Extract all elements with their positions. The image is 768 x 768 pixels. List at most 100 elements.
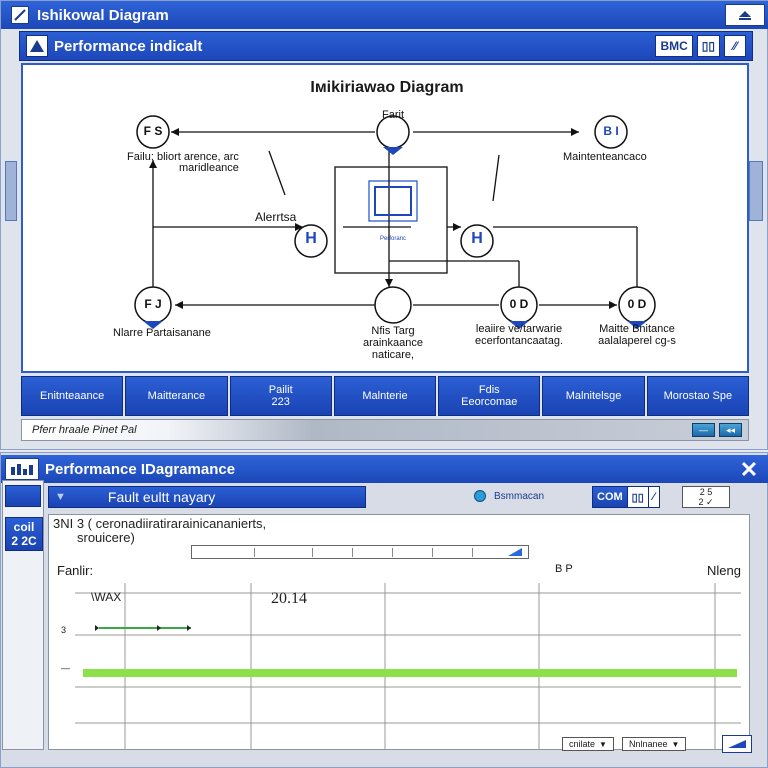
bot-center-label-2: arainkaance <box>363 337 423 349</box>
box-caption: Perforanc <box>379 236 407 242</box>
tab-fdis[interactable]: Fdis Eeorcomae <box>438 376 541 416</box>
node-bot-center <box>374 286 412 324</box>
edit-button[interactable]: ⁄⁄ <box>724 35 746 57</box>
mini-status-box: 2 5 2 ✓ <box>682 486 730 508</box>
node-bot-cright-symbol: 0 D <box>509 297 529 311</box>
top-title-bar: Ishikowal Diagram <box>1 1 768 29</box>
diagram-canvas: Iмikiriawao Diagram F S Farit B I H H F … <box>21 63 749 373</box>
chart-header: Fanlir: B P Nleng <box>57 563 747 581</box>
com-button[interactable]: COM <box>593 487 628 507</box>
pin-icon <box>474 490 486 502</box>
resize-corner-button[interactable] <box>722 735 752 753</box>
chart-right-label: Nleng <box>707 563 741 578</box>
status-button-1[interactable]: — <box>691 423 715 437</box>
node-bot-right-symbol: 0 D <box>627 297 647 311</box>
panel-buttons: BMC ▯▯ ⁄⁄ <box>655 35 746 57</box>
warning-icon <box>26 35 48 57</box>
bot-center-label-1: Nfis Targ <box>371 325 415 337</box>
left-toolbar-chip[interactable] <box>5 485 41 507</box>
bot-left-label: Nlarre Partaisanane <box>113 327 211 339</box>
chart-grid <box>75 583 741 749</box>
left-scroll-handle[interactable] <box>5 161 17 221</box>
chart-app-icon <box>5 458 39 480</box>
dropdown-arrow-icon: ▼ <box>671 739 680 749</box>
bottom-title-bar: Performance IDagramance ✕ <box>1 455 768 483</box>
description-line-2: srouicere) <box>77 530 135 545</box>
node-top-left-symbol: F S <box>143 124 163 138</box>
slider-tick <box>352 548 353 557</box>
options-dropdown[interactable]: Nnlnanee ▼ <box>621 737 687 751</box>
node-mid-right-symbol: H <box>471 230 483 247</box>
condition-buttons: COM ▯▯ ⁄ <box>592 486 660 508</box>
status-buttons: — ◂◂ <box>691 423 742 437</box>
top-window: Ishikowal Diagram Performance indicalt B… <box>0 0 768 450</box>
panel-title: Performance indicalt <box>54 37 203 55</box>
diagram-app-icon <box>11 6 29 24</box>
grid-toggle-button[interactable]: ▯▯ <box>628 487 649 507</box>
time-range-slider[interactable] <box>191 545 529 559</box>
bot-cright-label-2: ecerfontancaatag. <box>474 335 564 347</box>
bot-cright-label-1: leaiire ve/tarwarie <box>475 323 563 335</box>
eject-icon <box>739 11 751 20</box>
bot-right-label-1: Maitte Bnitance <box>599 323 675 335</box>
right-scroll-handle[interactable] <box>749 161 763 221</box>
bmc-button[interactable]: BMC <box>655 35 693 57</box>
calculate-dropdown[interactable]: cnilate ▼ <box>562 737 614 751</box>
bot-right-label-2: aalalaperel cg-s <box>598 335 676 347</box>
mid-left-label: Alerrtsa <box>255 210 297 224</box>
tab-pailit[interactable]: Pailit 223 <box>229 376 332 416</box>
summary-link[interactable]: Bsmmacan <box>474 490 544 502</box>
fault-summary-bar[interactable]: ▼ Fault eultt nayary <box>48 486 366 508</box>
fault-summary-label: Fault eultt nayary <box>107 489 216 505</box>
triangle-down-icon: ▼ <box>55 491 66 503</box>
tab-malnterie[interactable]: Malnterie <box>333 376 437 416</box>
chart-mid-label: B P <box>555 563 573 575</box>
series-marker-0 <box>95 625 99 631</box>
expand-icon <box>728 740 746 748</box>
status-text: Pferr hraale Pinet Pal <box>32 424 137 436</box>
edit-toggle-button[interactable]: ⁄ <box>649 487 659 507</box>
dropdown-arrow-icon: ▼ <box>599 739 607 749</box>
options-label: Nnlnanee <box>628 739 668 749</box>
chart-annotation-wax: \WAX <box>91 590 121 604</box>
tab-malnitelsge[interactable]: Malnitelsge <box>542 376 645 416</box>
node-top-right-symbol: B I <box>603 124 619 138</box>
slider-knob[interactable] <box>508 548 522 556</box>
performance-chart: \WAX 20.14 3 — <box>61 583 741 749</box>
y-tick-label: 3 <box>61 625 66 635</box>
node-top-center-symbol: Farit <box>382 109 404 121</box>
top-left-label-2: maridleance <box>179 162 239 174</box>
panel-header: Performance indicalt BMC ▯▯ ⁄⁄ <box>19 31 753 61</box>
category-tabs: Enitnteaance Maitterance Pailit 223 Maln… <box>21 376 749 416</box>
series-line-1 <box>83 669 737 677</box>
slider-tick <box>254 548 255 557</box>
node-bot-left-symbol: F J <box>144 297 162 311</box>
bottom-window-title: Performance IDagramance <box>45 460 236 478</box>
left-toolbar: coil 2 2C <box>2 480 44 750</box>
y-tick-label: — <box>61 663 70 673</box>
slider-tick <box>472 548 473 557</box>
left-badge[interactable]: coil 2 2C <box>5 517 43 551</box>
calculate-label: cnilate <box>569 739 596 749</box>
slider-tick <box>312 548 313 557</box>
status-button-2[interactable]: ◂◂ <box>718 423 742 437</box>
status-bar: Pferr hraale Pinet Pal — ◂◂ <box>21 419 749 441</box>
window-title: Ishikowal Diagram <box>37 6 169 24</box>
description: 3NI 3 ( ceronadiiratirarainicananierts, … <box>53 517 266 545</box>
summary-link-label: Bsmmacan <box>494 490 545 502</box>
slider-tick <box>392 548 393 557</box>
central-box <box>334 166 448 274</box>
series-marker-0 <box>187 625 191 631</box>
fault-summary-row: ▼ Fault eultt nayary Bsmmacan COM ▯▯ ⁄ 2… <box>48 484 738 512</box>
series-marker-0 <box>157 625 161 631</box>
description-line-1: 3NI 3 ( ceronadiiratirarainicananierts, <box>53 516 267 531</box>
chart-annotation-value: 20.14 <box>271 590 307 607</box>
tab-maintenance-2[interactable]: Maitterance <box>125 376 228 416</box>
bottom-buttons: cnilate ▼ Nnlnanee ▼ <box>562 737 687 751</box>
tab-morostao[interactable]: Morostao Spe <box>646 376 749 416</box>
top-right-label: Maintenteancaco <box>563 151 647 163</box>
grid-button[interactable]: ▯▯ <box>696 35 720 57</box>
tab-maintenance-1[interactable]: Enitnteaance <box>21 376 124 416</box>
close-icon[interactable]: ✕ <box>737 457 761 483</box>
close-button[interactable] <box>725 4 765 26</box>
